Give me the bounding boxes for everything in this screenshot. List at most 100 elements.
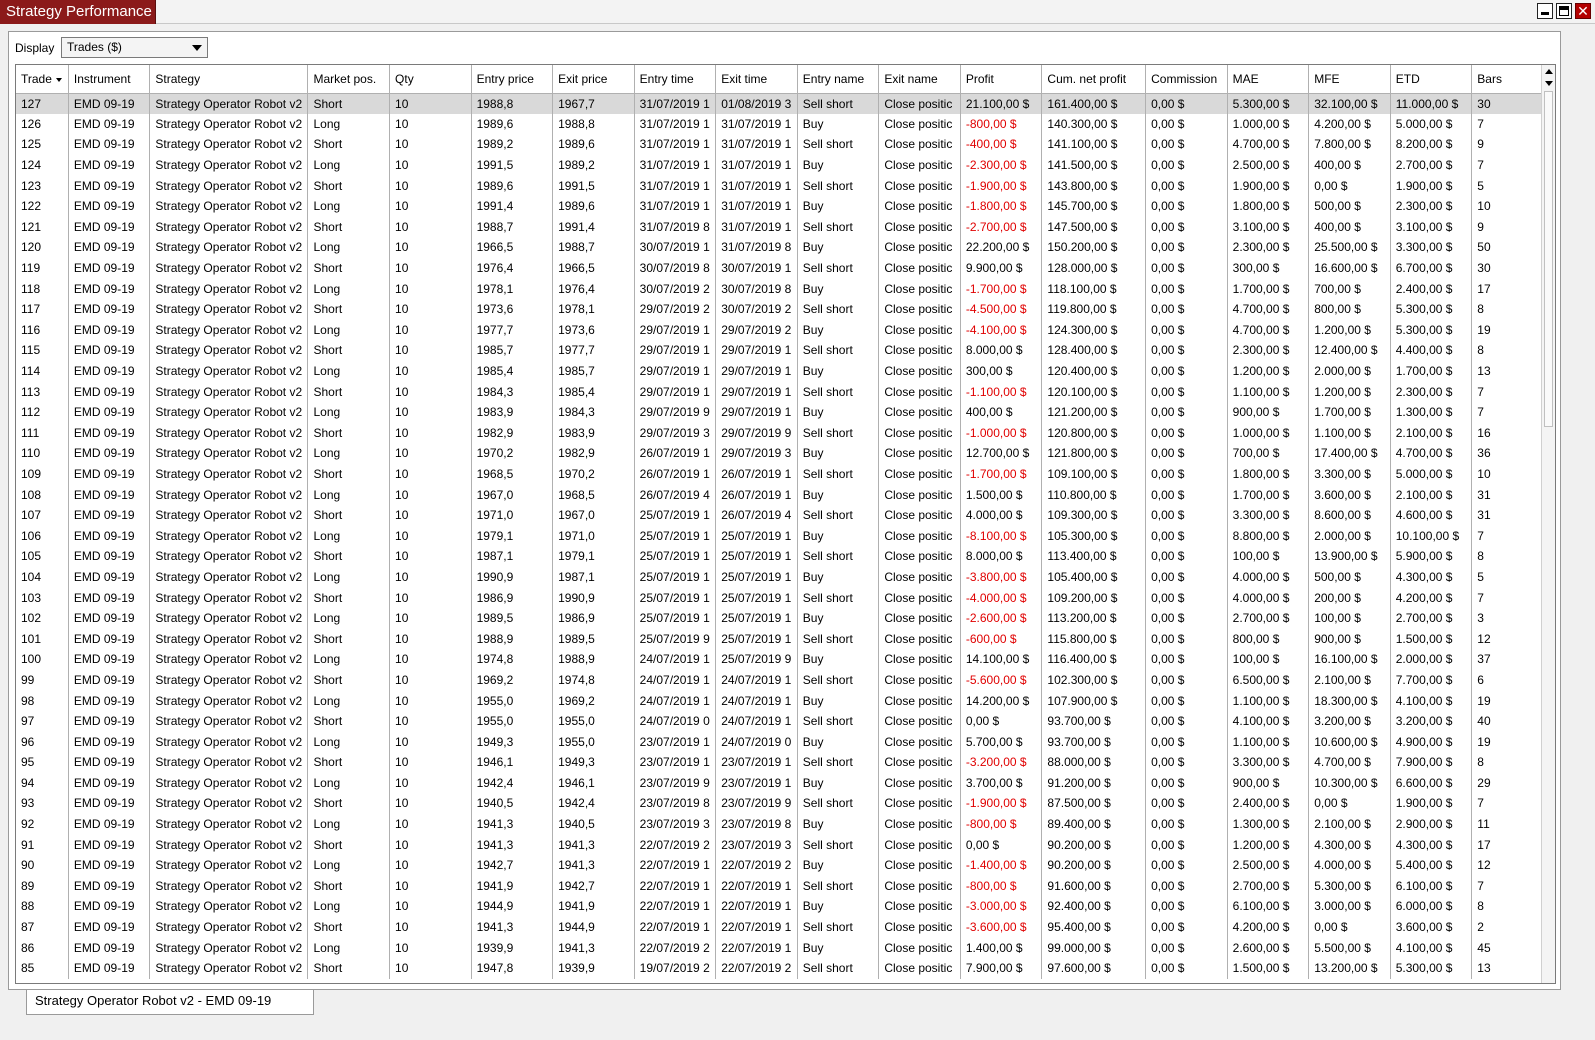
strategy-tab[interactable]: Strategy Operator Robot v2 - EMD 09-19	[26, 990, 314, 1015]
table-cell: 115.800,00 $	[1041, 628, 1147, 650]
table-cell: 1986,9	[552, 607, 635, 629]
table-cell: 1.300,00 $	[1227, 813, 1310, 835]
table-cell: 23/07/2019 9	[715, 793, 798, 814]
table-row[interactable]: 102 EMD 09-19 Strategy Operator Robot v2 Lo…	[16, 607, 1542, 629]
table-row[interactable]: 97 EMD 09-19 Strategy Operator Robot v2 Sho…	[16, 710, 1542, 732]
column-header-label: Entry price	[476, 71, 534, 86]
table-cell: Short	[307, 875, 391, 897]
table-row[interactable]: 123 EMD 09-19 Strategy Operator Robot v2 Sh…	[16, 175, 1542, 196]
column-header[interactable]: Exit name	[878, 65, 961, 94]
table-row[interactable]: 122 EMD 09-19 Strategy Operator Robot v2 Lo…	[16, 195, 1542, 217]
table-cell: 1941,3	[552, 937, 635, 958]
column-header[interactable]: Commission	[1145, 65, 1228, 94]
table-cell: Strategy Operator Robot v2	[149, 298, 309, 320]
table-cell: 1984,3	[552, 401, 635, 423]
column-header[interactable]: Cum. net profit	[1041, 65, 1147, 94]
column-header-label: Commission	[1151, 71, 1218, 86]
table-cell: 1989,6	[552, 195, 635, 217]
table-cell: 1.500,00 $	[1390, 628, 1473, 650]
table-row[interactable]: 99 EMD 09-19 Strategy Operator Robot v2 Sho…	[16, 669, 1542, 691]
scroll-down-icon[interactable]	[1545, 81, 1553, 86]
table-row[interactable]: 106 EMD 09-19 Strategy Operator Robot v2 Lo…	[16, 525, 1542, 547]
table-row[interactable]: 127 EMD 09-19 Strategy Operator Robot v2 Sh…	[16, 93, 1542, 114]
table-cell: -4.500,00 $	[960, 298, 1043, 320]
table-row[interactable]: 108 EMD 09-19 Strategy Operator Robot v2 Lo…	[16, 484, 1542, 505]
table-cell: Sell short	[797, 669, 880, 691]
close-button[interactable]: ✕	[1575, 3, 1591, 19]
table-cell: 85	[16, 957, 69, 979]
table-cell: 2.700,00 $	[1390, 607, 1473, 629]
table-cell: 10	[389, 566, 472, 588]
column-header[interactable]: Profit	[960, 65, 1043, 94]
table-row[interactable]: 100 EMD 09-19 Strategy Operator Robot v2 Lo…	[16, 649, 1542, 670]
table-row[interactable]: 124 EMD 09-19 Strategy Operator Robot v2 Lo…	[16, 154, 1542, 176]
table-row[interactable]: 116 EMD 09-19 Strategy Operator Robot v2 Lo…	[16, 319, 1542, 341]
column-header[interactable]: Entry price	[471, 65, 554, 94]
column-header[interactable]: Exit time	[715, 65, 798, 94]
table-row[interactable]: 103 EMD 09-19 Strategy Operator Robot v2 Sh…	[16, 587, 1542, 608]
table-row[interactable]: 104 EMD 09-19 Strategy Operator Robot v2 Lo…	[16, 566, 1542, 588]
column-header[interactable]: Market pos.	[307, 65, 391, 94]
column-header[interactable]: MFE	[1308, 65, 1391, 94]
table-row[interactable]: 86 EMD 09-19 Strategy Operator Robot v2 Lon…	[16, 937, 1542, 958]
table-row[interactable]: 117 EMD 09-19 Strategy Operator Robot v2 Sh…	[16, 298, 1542, 320]
table-row[interactable]: 114 EMD 09-19 Strategy Operator Robot v2 Lo…	[16, 360, 1542, 382]
display-dropdown[interactable]: Trades ($)	[61, 37, 208, 58]
table-row[interactable]: 93 EMD 09-19 Strategy Operator Robot v2 Sho…	[16, 793, 1542, 814]
table-row[interactable]: 89 EMD 09-19 Strategy Operator Robot v2 Sho…	[16, 875, 1542, 897]
table-row[interactable]: 115 EMD 09-19 Strategy Operator Robot v2 Sh…	[16, 340, 1542, 361]
scroll-up-icon[interactable]	[1545, 69, 1553, 74]
maximize-button[interactable]	[1556, 3, 1572, 19]
table-cell: 10	[389, 298, 472, 320]
table-cell: 1941,3	[471, 813, 554, 835]
table-cell: 10	[389, 93, 472, 114]
table-row[interactable]: 126 EMD 09-19 Strategy Operator Robot v2 Lo…	[16, 113, 1542, 135]
table-row[interactable]: 107 EMD 09-19 Strategy Operator Robot v2 Sh…	[16, 504, 1542, 526]
table-row[interactable]: 105 EMD 09-19 Strategy Operator Robot v2 Sh…	[16, 546, 1542, 567]
column-header[interactable]: MAE	[1227, 65, 1310, 94]
table-cell: 0,00 $	[1145, 669, 1228, 691]
vertical-scrollbar[interactable]	[1541, 65, 1555, 983]
column-header[interactable]: Entry time	[634, 65, 717, 94]
table-row[interactable]: 118 EMD 09-19 Strategy Operator Robot v2 Lo…	[16, 278, 1542, 299]
table-row[interactable]: 85 EMD 09-19 Strategy Operator Robot v2 Sho…	[16, 957, 1542, 979]
column-header[interactable]: ETD	[1390, 65, 1473, 94]
column-header[interactable]: Instrument	[68, 65, 151, 94]
table-cell: 0,00 $	[1308, 916, 1391, 938]
table-row[interactable]: 91 EMD 09-19 Strategy Operator Robot v2 Sho…	[16, 834, 1542, 855]
trades-grid[interactable]: Trade Instrument Strategy Market pos. Qty Ent…	[15, 64, 1556, 984]
table-row[interactable]: 88 EMD 09-19 Strategy Operator Robot v2 Lon…	[16, 896, 1542, 917]
table-row[interactable]: 120 EMD 09-19 Strategy Operator Robot v2 Lo…	[16, 237, 1542, 258]
table-row[interactable]: 92 EMD 09-19 Strategy Operator Robot v2 Lon…	[16, 813, 1542, 835]
table-row[interactable]: 101 EMD 09-19 Strategy Operator Robot v2 Sh…	[16, 628, 1542, 650]
table-row[interactable]: 119 EMD 09-19 Strategy Operator Robot v2 Sh…	[16, 257, 1542, 279]
table-cell: Sell short	[797, 422, 880, 444]
minimize-button[interactable]	[1537, 3, 1553, 19]
table-row[interactable]: 112 EMD 09-19 Strategy Operator Robot v2 Lo…	[16, 401, 1542, 423]
table-row[interactable]: 121 EMD 09-19 Strategy Operator Robot v2 Sh…	[16, 216, 1542, 238]
table-row[interactable]: 96 EMD 09-19 Strategy Operator Robot v2 Lon…	[16, 731, 1542, 752]
table-row[interactable]: 125 EMD 09-19 Strategy Operator Robot v2 Sh…	[16, 134, 1542, 155]
column-header-label: MFE	[1314, 71, 1340, 86]
table-row[interactable]: 98 EMD 09-19 Strategy Operator Robot v2 Lon…	[16, 690, 1542, 711]
column-header[interactable]: Entry name	[797, 65, 880, 94]
table-cell: Sell short	[797, 834, 880, 855]
table-cell: 40	[1471, 710, 1542, 732]
table-cell: 1941,3	[471, 834, 554, 855]
table-row[interactable]: 111 EMD 09-19 Strategy Operator Robot v2 Sh…	[16, 422, 1542, 444]
scrollbar-thumb[interactable]	[1544, 91, 1553, 427]
table-row[interactable]: 95 EMD 09-19 Strategy Operator Robot v2 Sho…	[16, 752, 1542, 773]
column-header[interactable]: Trade	[16, 65, 69, 94]
column-header[interactable]: Strategy	[149, 65, 309, 94]
table-row[interactable]: 109 EMD 09-19 Strategy Operator Robot v2 Sh…	[16, 463, 1542, 485]
column-header[interactable]: Bars	[1471, 65, 1542, 94]
table-row[interactable]: 113 EMD 09-19 Strategy Operator Robot v2 Sh…	[16, 381, 1542, 402]
table-row[interactable]: 87 EMD 09-19 Strategy Operator Robot v2 Sho…	[16, 916, 1542, 938]
column-header[interactable]: Qty	[389, 65, 472, 94]
column-header-label: Cum. net profit	[1047, 71, 1127, 86]
column-header[interactable]: Exit price	[552, 65, 635, 94]
table-cell: Sell short	[797, 587, 880, 608]
table-row[interactable]: 94 EMD 09-19 Strategy Operator Robot v2 Lon…	[16, 772, 1542, 794]
table-row[interactable]: 110 EMD 09-19 Strategy Operator Robot v2 Lo…	[16, 443, 1542, 464]
table-row[interactable]: 90 EMD 09-19 Strategy Operator Robot v2 Lon…	[16, 854, 1542, 876]
